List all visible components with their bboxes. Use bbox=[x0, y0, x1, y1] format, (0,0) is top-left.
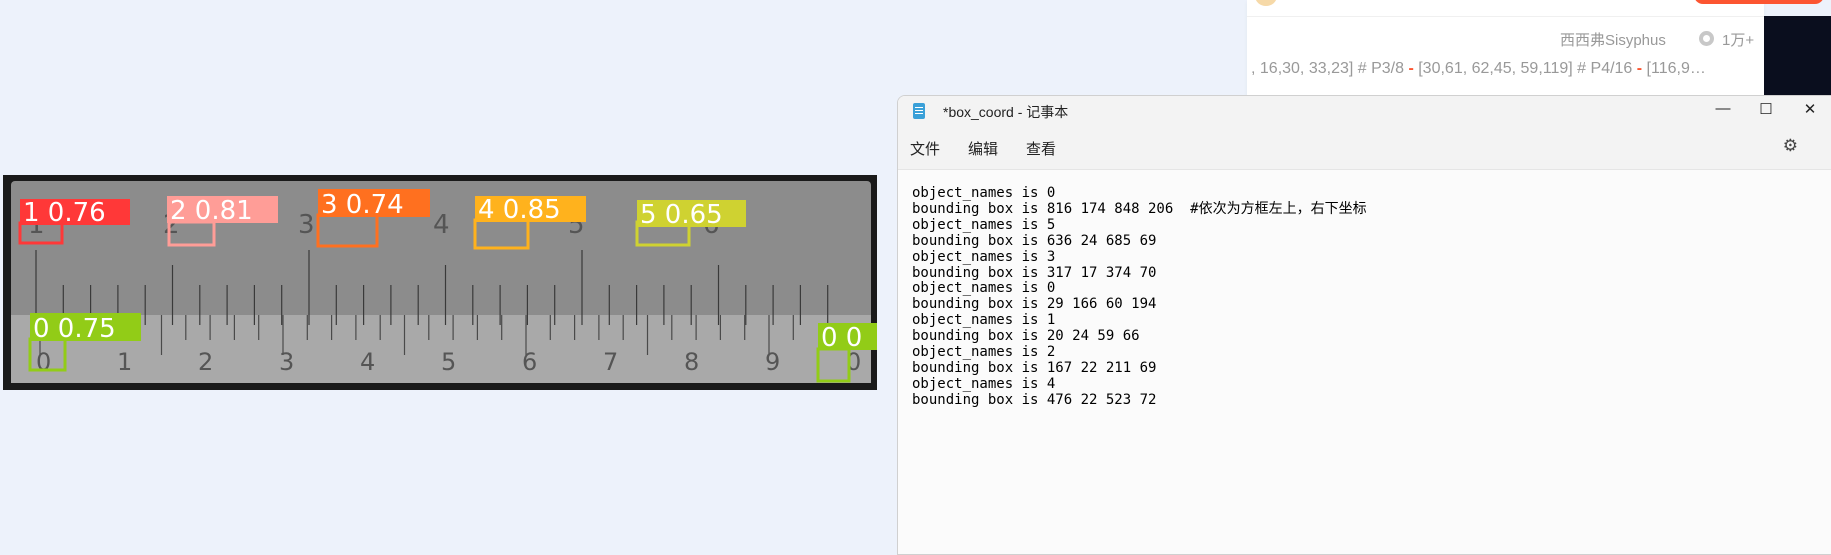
view-count: 1万+ bbox=[1722, 32, 1755, 49]
window-title: *box_coord - 记事本 bbox=[943, 104, 1069, 120]
bottom-scale-number: 7 bbox=[603, 348, 618, 376]
bottom-scale-number: 3 bbox=[279, 348, 294, 376]
text-line: object_names is 0 bbox=[912, 185, 1056, 201]
text-line: bounding box is 636 24 685 69 bbox=[912, 232, 1157, 249]
bottom-scale-number: 6 bbox=[522, 348, 537, 376]
bottom-scale-number: 4 bbox=[360, 348, 375, 376]
menu-bar: 文件 编辑 查看 ⚙ bbox=[898, 126, 1831, 170]
detection-label: 3 0.74 bbox=[321, 190, 404, 220]
close-icon[interactable]: ✕ bbox=[1795, 100, 1825, 118]
ruler-detection-image: 12345601234567890 1 0.762 0.813 0.744 0.… bbox=[3, 175, 877, 390]
gear-icon[interactable]: ⚙ bbox=[1783, 136, 1798, 156]
detection-label: 2 0.81 bbox=[170, 196, 253, 226]
detection-label: 0 0 bbox=[821, 323, 862, 353]
dark-panel bbox=[1764, 16, 1831, 96]
avatar[interactable] bbox=[1255, 0, 1277, 6]
text-line: bounding box is 20 24 59 66 bbox=[912, 328, 1140, 345]
text-line: bounding box is 476 22 523 72 bbox=[912, 391, 1157, 408]
text-line: object_names is 0 bbox=[912, 280, 1056, 297]
bottom-scale-number: 1 bbox=[117, 348, 132, 376]
maximize-icon[interactable]: ☐ bbox=[1751, 100, 1781, 118]
bottom-scale-number: 5 bbox=[441, 348, 456, 376]
article-snippet[interactable]: , 16,30, 33,23] # P3/8 - [30,61, 62,45, … bbox=[1251, 60, 1706, 78]
eye-icon bbox=[1699, 31, 1714, 46]
text-line: object_names is 2 bbox=[912, 344, 1056, 361]
menu-edit[interactable]: 编辑 bbox=[968, 138, 998, 159]
detection-label: 4 0.85 bbox=[478, 195, 561, 225]
top-scale-number: 3 bbox=[298, 210, 315, 240]
notepad-icon bbox=[913, 103, 925, 119]
text-line: bounding box is 29 166 60 194 bbox=[912, 296, 1157, 313]
text-line: object_names is 5 bbox=[912, 216, 1056, 233]
snippet-text: , 16,30, 33,23] # P3/8 bbox=[1251, 60, 1409, 77]
notepad-window: *box_coord - 记事本 — ☐ ✕ 文件 编辑 查看 ⚙ object… bbox=[897, 95, 1831, 555]
text-line: bounding box is 816 174 848 206 #依次为方框左上… bbox=[912, 200, 1367, 217]
text-editor[interactable]: object_names is 0 bounding box is 816 174… bbox=[898, 170, 1831, 425]
bottom-scale-number: 0 bbox=[36, 348, 51, 376]
minimize-icon[interactable]: — bbox=[1708, 100, 1738, 117]
author-name[interactable]: 西西弗Sisyphus bbox=[1560, 29, 1666, 50]
browser-page: 西西弗Sisyphus 1万+ , 16,30, 33,23] # P3/8 -… bbox=[1247, 0, 1824, 96]
text-line: object_names is 4 bbox=[912, 375, 1056, 392]
action-button[interactable] bbox=[1694, 0, 1824, 4]
snippet-text: [116,9… bbox=[1642, 60, 1706, 77]
text-line: object_names is 1 bbox=[912, 312, 1056, 329]
text-line: bounding box is 317 17 374 70 bbox=[912, 264, 1157, 281]
menu-view[interactable]: 查看 bbox=[1026, 138, 1056, 159]
menu-file[interactable]: 文件 bbox=[910, 138, 940, 159]
detection-label: 1 0.76 bbox=[23, 198, 106, 228]
top-scale-number: 4 bbox=[433, 210, 450, 240]
text-line: bounding box is 167 22 211 69 bbox=[912, 359, 1157, 376]
bottom-scale-number: 9 bbox=[765, 348, 780, 376]
detection-label: 0 0.75 bbox=[33, 314, 116, 344]
detection-label: 5 0.65 bbox=[640, 200, 723, 230]
bottom-scale-number: 2 bbox=[198, 348, 213, 376]
title-bar[interactable]: *box_coord - 记事本 — ☐ ✕ bbox=[898, 96, 1831, 126]
text-line: object_names is 3 bbox=[912, 248, 1056, 265]
snippet-text: [30,61, 62,45, 59,119] # P4/16 bbox=[1413, 60, 1637, 77]
divider bbox=[1247, 16, 1764, 17]
bottom-scale-number: 8 bbox=[684, 348, 699, 376]
